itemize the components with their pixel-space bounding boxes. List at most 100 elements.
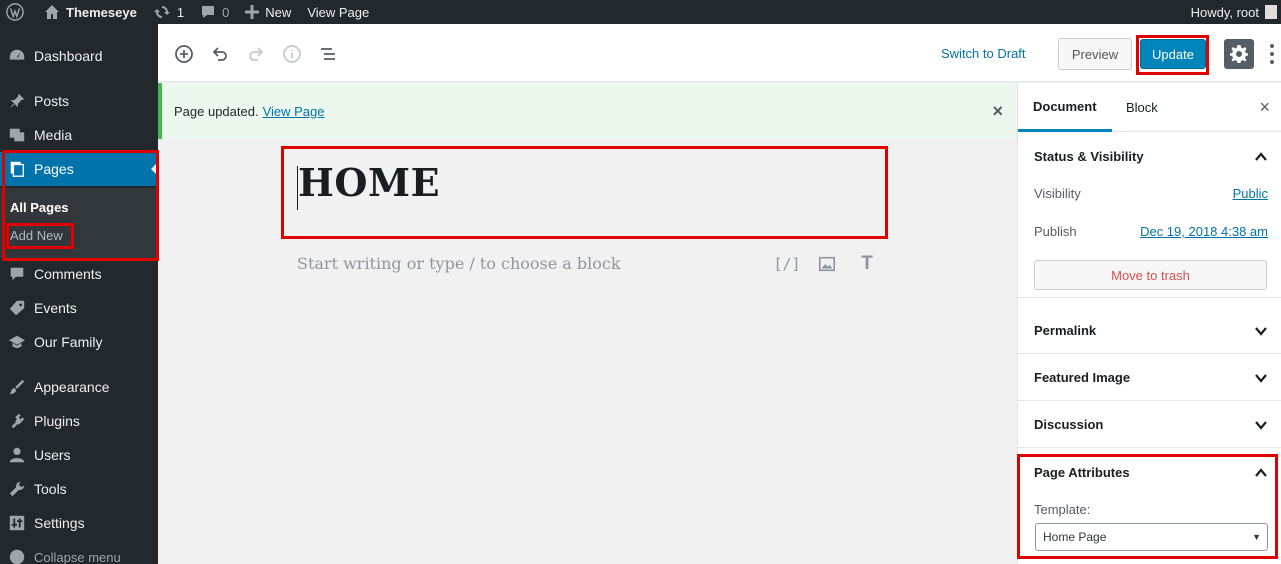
- visibility-value-link[interactable]: Public: [1233, 186, 1268, 201]
- updates-count: 1: [176, 4, 185, 20]
- notice-close-icon[interactable]: ×: [992, 101, 1003, 122]
- template-label: Template:: [1034, 502, 1091, 517]
- chevron-up-icon[interactable]: [1254, 466, 1268, 480]
- chevron-down-icon[interactable]: [1254, 418, 1268, 432]
- block-placeholder[interactable]: Start writing or type / to choose a bloc…: [297, 254, 621, 273]
- sidebar-item-comments[interactable]: Comments: [0, 257, 158, 291]
- sidebar-item-our-family[interactable]: Our Family: [0, 325, 158, 359]
- dashboard-icon: [7, 46, 27, 66]
- sidebar-item-label: Comments: [34, 266, 102, 282]
- discussion-toggle[interactable]: Discussion: [1034, 417, 1103, 432]
- admin-sidebar: Dashboard Posts Media Pages All Pages Ad…: [0, 24, 158, 564]
- editor-header: Switch to Draft Preview Update: [158, 24, 1281, 82]
- view-page-label: View Page: [307, 4, 370, 20]
- chevron-down-icon[interactable]: [1254, 371, 1268, 385]
- shortcode-block-icon[interactable]: [/]: [773, 253, 800, 275]
- more-options-button[interactable]: [1267, 42, 1277, 66]
- image-block-icon[interactable]: [816, 253, 838, 275]
- collapse-menu-button[interactable]: Collapse menu: [0, 540, 158, 564]
- page-title-input[interactable]: HOME: [298, 160, 440, 205]
- plugin-icon: [7, 411, 27, 431]
- plus-icon: [245, 5, 260, 19]
- sidebar-item-events[interactable]: Events: [0, 291, 158, 325]
- page-attributes-toggle[interactable]: Page Attributes: [1034, 465, 1130, 480]
- pages-submenu: All Pages Add New: [0, 188, 158, 258]
- undo-icon[interactable]: [209, 43, 231, 65]
- gear-icon: [1230, 45, 1248, 63]
- switch-to-draft-button[interactable]: Switch to Draft: [941, 46, 1026, 61]
- status-visibility-toggle[interactable]: Status & Visibility: [1034, 149, 1144, 164]
- admin-bar: Themeseye 1 0 New View Page Howdy, root: [0, 0, 1281, 24]
- permalink-section[interactable]: Permalink: [1018, 307, 1281, 354]
- template-selected-value: Home Page: [1043, 530, 1107, 544]
- comments-count: 0: [222, 4, 230, 20]
- publish-label: Publish: [1034, 224, 1077, 239]
- submenu-all-pages[interactable]: All Pages: [10, 200, 69, 215]
- sidebar-item-media[interactable]: Media: [0, 118, 158, 152]
- submenu-add-new[interactable]: Add New: [10, 228, 63, 243]
- settings-toggle-button[interactable]: [1224, 39, 1254, 69]
- pages-icon: [7, 159, 27, 179]
- block-navigation-icon[interactable]: [317, 43, 339, 65]
- sidebar-item-label: Plugins: [34, 413, 80, 429]
- view-page-link[interactable]: View Page: [299, 0, 377, 24]
- sidebar-item-label: Appearance: [34, 379, 110, 395]
- sidebar-item-appearance[interactable]: Appearance: [0, 370, 158, 404]
- add-block-icon[interactable]: [173, 43, 195, 65]
- status-visibility-section: Status & Visibility Visibility Public Pu…: [1018, 133, 1281, 298]
- site-name: Themeseye: [66, 4, 137, 20]
- sidebar-item-label: Users: [34, 447, 71, 463]
- template-select[interactable]: Home Page ▼: [1035, 523, 1268, 551]
- discussion-section[interactable]: Discussion: [1018, 401, 1281, 448]
- visibility-label: Visibility: [1034, 186, 1081, 201]
- redo-icon[interactable]: [245, 43, 267, 65]
- sidebar-item-label: Settings: [34, 515, 85, 531]
- featured-image-section[interactable]: Featured Image: [1018, 354, 1281, 401]
- tag-icon: [7, 298, 27, 318]
- tab-document[interactable]: Document: [1018, 83, 1112, 132]
- preview-button[interactable]: Preview: [1058, 38, 1132, 70]
- comments-link[interactable]: 0: [192, 0, 237, 24]
- wordpress-logo-button[interactable]: [0, 0, 32, 24]
- home-icon: [45, 5, 59, 19]
- notice-text: Page updated.: [174, 103, 259, 119]
- page-updated-notice: Page updated. View Page ×: [158, 83, 1017, 139]
- sidebar-item-posts[interactable]: Posts: [0, 84, 158, 118]
- notice-view-page-link[interactable]: View Page: [263, 104, 325, 119]
- sidebar-item-label: Media: [34, 127, 73, 143]
- publish-date-link[interactable]: Dec 19, 2018 4:38 am: [1140, 224, 1268, 239]
- info-icon[interactable]: [281, 43, 303, 65]
- chevron-down-icon[interactable]: [1254, 324, 1268, 338]
- sidebar-item-label: Tools: [34, 481, 67, 497]
- user-icon: [7, 445, 27, 465]
- tab-block[interactable]: Block: [1111, 83, 1173, 132]
- page-attributes-section: Page Attributes Template: Home Page ▼: [1018, 448, 1281, 564]
- sidebar-tabs: Document Block ×: [1018, 83, 1281, 132]
- chevron-up-icon[interactable]: [1254, 150, 1268, 164]
- site-name-link[interactable]: Themeseye: [32, 0, 145, 24]
- comment-icon: [7, 264, 27, 284]
- sidebar-item-label: Events: [34, 300, 77, 316]
- sidebar-item-dashboard[interactable]: Dashboard: [0, 39, 158, 73]
- pin-icon: [7, 91, 27, 111]
- featured-image-toggle[interactable]: Featured Image: [1034, 370, 1130, 385]
- paintbrush-icon: [7, 377, 27, 397]
- new-content-link[interactable]: New: [237, 0, 299, 24]
- sidebar-item-users[interactable]: Users: [0, 438, 158, 472]
- update-button[interactable]: Update: [1140, 39, 1206, 69]
- new-label: New: [265, 4, 292, 20]
- sidebar-item-tools[interactable]: Tools: [0, 472, 158, 506]
- permalink-toggle[interactable]: Permalink: [1034, 323, 1096, 338]
- sidebar-item-label: Pages: [34, 161, 74, 177]
- sidebar-item-pages[interactable]: Pages: [0, 152, 158, 186]
- avatar[interactable]: [1265, 5, 1277, 19]
- sidebar-item-plugins[interactable]: Plugins: [0, 404, 158, 438]
- howdy-account-link[interactable]: Howdy, root: [1191, 5, 1259, 20]
- settings-sidebar: Document Block × Status & Visibility Vis…: [1017, 83, 1281, 564]
- sidebar-item-settings[interactable]: Settings: [0, 506, 158, 540]
- heading-block-icon[interactable]: T: [856, 253, 878, 275]
- collapse-menu-label: Collapse menu: [34, 549, 121, 564]
- move-to-trash-button[interactable]: Move to trash: [1034, 260, 1267, 290]
- close-sidebar-icon[interactable]: ×: [1259, 97, 1270, 118]
- updates-link[interactable]: 1: [145, 0, 192, 24]
